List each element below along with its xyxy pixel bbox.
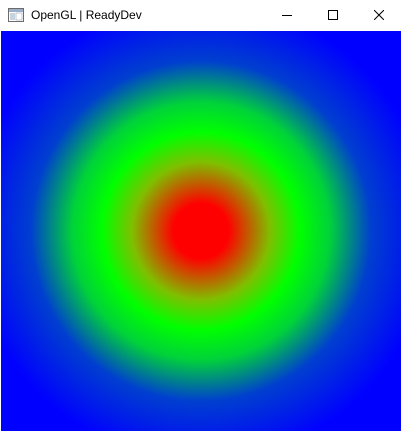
maximize-icon: [328, 10, 338, 20]
window-title: OpenGL | ReadyDev: [31, 8, 142, 22]
close-button[interactable]: [356, 0, 402, 30]
minimize-button[interactable]: [264, 0, 310, 30]
minimize-icon: [282, 10, 292, 20]
title-bar[interactable]: OpenGL | ReadyDev: [0, 0, 402, 31]
gradient-blob: [1, 31, 401, 431]
close-icon: [374, 10, 384, 20]
maximize-button[interactable]: [310, 0, 356, 30]
opengl-canvas[interactable]: [1, 31, 401, 431]
app-window: OpenGL | ReadyDev: [0, 0, 402, 432]
radial-gradient-render: [1, 31, 401, 431]
window-icon[interactable]: [8, 8, 24, 22]
